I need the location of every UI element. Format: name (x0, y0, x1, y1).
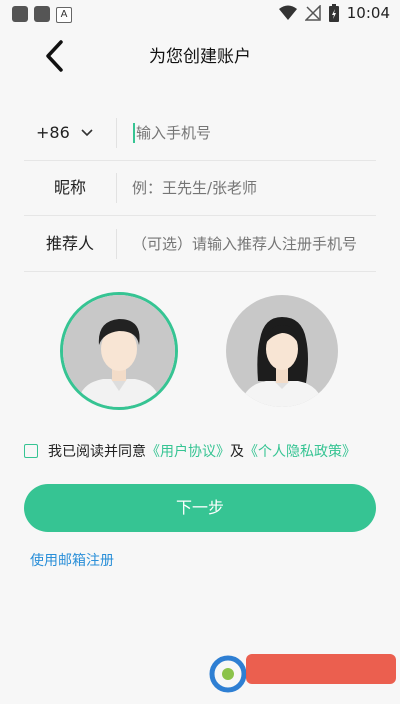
app-header: 为您创建账户 (0, 30, 400, 80)
status-system: 10:04 (278, 4, 390, 22)
avatar-male[interactable] (60, 292, 178, 410)
phone-row: +86 (24, 106, 380, 161)
nickname-input[interactable] (132, 161, 376, 215)
divider (116, 118, 117, 148)
text-cursor (133, 123, 135, 143)
referrer-row: 推荐人 (24, 217, 376, 272)
page-title: 为您创建账户 (149, 47, 251, 67)
no-signal-icon (304, 5, 321, 21)
phone-input[interactable] (136, 106, 380, 160)
chevron-down-icon[interactable] (80, 126, 94, 140)
clock: 10:04 (346, 4, 390, 22)
status-notifications: A (12, 6, 72, 23)
female-avatar-icon (226, 295, 338, 407)
divider (116, 229, 117, 259)
referrer-input[interactable] (132, 217, 376, 271)
country-code-selector[interactable]: +86 (36, 106, 70, 160)
divider (116, 173, 117, 203)
status-bar: A 10:04 (0, 0, 400, 28)
agreement-checkbox[interactable] (24, 444, 38, 458)
user-agreement-link[interactable]: 《用户协议》 (146, 441, 230, 461)
agreement-and-text: 及 (230, 444, 244, 460)
watermark-logo-icon (209, 654, 396, 693)
agreement-row: 我已阅读并同意 《用户协议》 及 《个人隐私政策》 (24, 440, 356, 462)
next-button[interactable]: 下一步 (24, 484, 376, 532)
privacy-policy-link[interactable]: 《个人隐私政策》 (244, 441, 356, 461)
nickname-label: 昵称 (53, 178, 86, 197)
male-avatar-icon (63, 295, 175, 407)
referrer-label: 推荐人 (45, 234, 94, 253)
email-register-link[interactable]: 使用邮箱注册 (30, 550, 114, 570)
nickname-row: 昵称 (24, 161, 376, 216)
notification-icon (34, 6, 50, 22)
battery-charging-icon (328, 4, 339, 22)
watermark-logo (202, 648, 400, 700)
agreement-text: 我已阅读并同意 (48, 444, 146, 460)
avatar-female[interactable] (226, 295, 338, 407)
notification-icon (12, 6, 28, 22)
keyboard-icon: A (56, 7, 72, 23)
wifi-icon (278, 5, 297, 20)
